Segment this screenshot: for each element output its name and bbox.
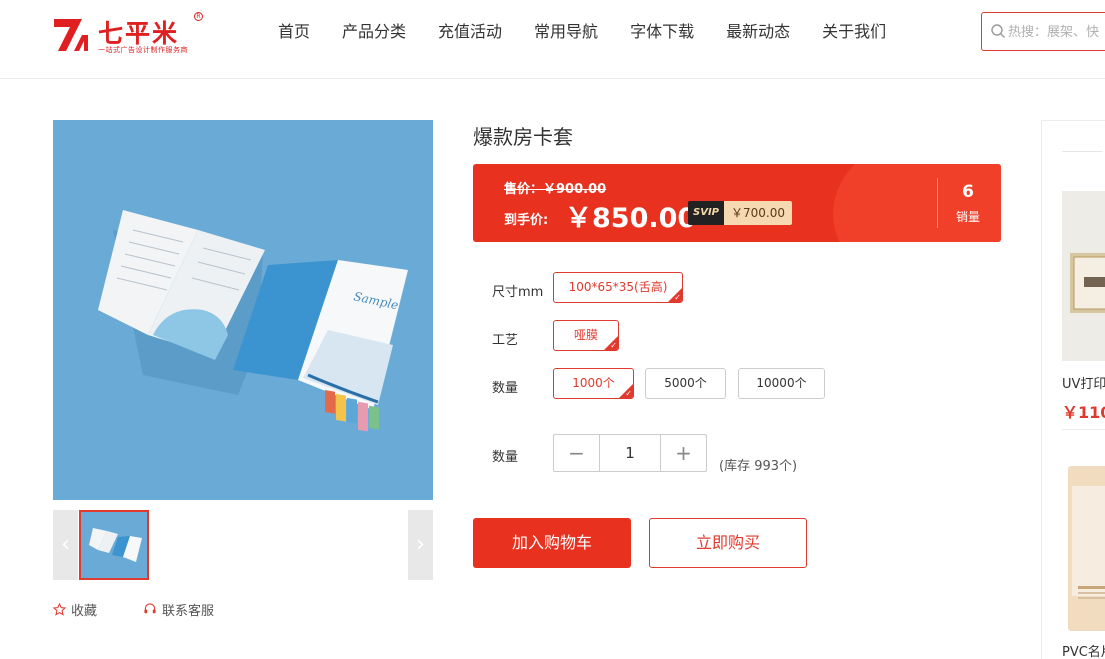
favorite-label: 收藏	[71, 604, 98, 619]
search-icon[interactable]	[990, 23, 1006, 39]
quantity-stepper: − 1 +	[553, 434, 707, 472]
qty-option-label: 10000个	[756, 376, 807, 390]
recommendation-panel: UV打印 ￥110 PVC名片	[1041, 120, 1105, 659]
check-icon: ✓	[674, 293, 681, 302]
final-price: ￥850.00	[565, 203, 697, 234]
quantity-label: 数量	[492, 450, 519, 465]
recommend-item-1-name[interactable]: UV打印	[1062, 373, 1105, 392]
buy-now-button[interactable]: 立即购买	[649, 518, 807, 568]
craft-label: 工艺	[492, 333, 519, 348]
svip-tag: SVIP	[688, 201, 724, 225]
final-price-label: 到手价:	[504, 213, 549, 228]
thumbnail-1[interactable]	[79, 510, 149, 580]
site-header: 七平米 R 一站式广告设计制作服务商 首页 产品分类 充值活动 常用导航 字体下…	[0, 0, 1105, 79]
sales-label: 销量	[955, 210, 980, 224]
search-input[interactable]	[1008, 22, 1105, 42]
logo-slogan: 一站式广告设计制作服务商	[98, 46, 188, 54]
registered-mark: R	[194, 12, 203, 21]
svip-price: ￥700.00	[724, 201, 792, 225]
quantity-plus-button[interactable]: +	[661, 435, 706, 471]
nav-categories[interactable]: 产品分类	[326, 20, 422, 44]
qty-spec-label: 数量	[492, 381, 519, 396]
quantity-minus-button[interactable]: −	[554, 435, 599, 471]
logo[interactable]: 七平米 R 一站式广告设计制作服务商	[52, 12, 222, 58]
price-panel-decoration	[833, 164, 1001, 242]
recommend-item-1-price: ￥110	[1062, 403, 1105, 422]
contact-service-action[interactable]: 联系客服	[143, 600, 214, 619]
nav-news[interactable]: 最新动态	[710, 20, 806, 44]
size-label: 尺寸mm	[492, 285, 544, 300]
recommend-item-2-image[interactable]	[1068, 466, 1105, 631]
qty-option-label: 5000个	[664, 376, 707, 390]
product-title: 爆款房卡套	[473, 125, 573, 149]
recommend-item-2-name[interactable]: PVC名片	[1062, 641, 1105, 659]
qty-option-1000[interactable]: 1000个 ✓	[553, 368, 634, 399]
check-icon: ✓	[610, 341, 617, 350]
stock-info: (库存 993个)	[719, 459, 798, 474]
headset-icon	[144, 603, 156, 614]
nav-about[interactable]: 关于我们	[806, 20, 902, 44]
price-panel: 售价：￥900.00 到手价: ￥850.00 SVIP ￥700.00 6 销…	[473, 164, 1001, 242]
recommend-item-1-image[interactable]	[1062, 191, 1105, 361]
search-box[interactable]	[981, 12, 1105, 51]
qty-option-10000[interactable]: 10000个	[738, 368, 825, 399]
pvc-card-photo	[1068, 466, 1105, 631]
add-to-cart-button[interactable]: 加入购物车	[473, 518, 631, 568]
main-nav: 首页 产品分类 充值活动 常用导航 字体下载 最新动态 关于我们	[262, 20, 902, 44]
check-icon: ✓	[625, 389, 632, 398]
craft-option-1[interactable]: 哑膜 ✓	[553, 320, 619, 351]
thumbnail-photo	[81, 512, 147, 578]
logo-mark-icon	[54, 19, 88, 51]
original-price: 售价：￥900.00	[504, 182, 607, 197]
nav-home[interactable]: 首页	[262, 20, 326, 44]
craft-option-label: 哑膜	[573, 328, 598, 342]
side-separator	[1062, 429, 1105, 430]
contact-label: 联系客服	[162, 604, 215, 619]
thumb-next-button[interactable]: ›	[408, 510, 433, 580]
product-photo: Sample	[53, 120, 433, 500]
sales-count: 6	[962, 182, 974, 202]
nav-recharge[interactable]: 充值活动	[422, 20, 518, 44]
favorite-action[interactable]: 收藏	[53, 600, 97, 619]
quantity-input[interactable]: 1	[599, 435, 661, 471]
thumb-prev-button[interactable]: ‹	[53, 510, 78, 580]
product-main-image: Sample	[53, 120, 433, 500]
thumbnail-strip: ‹ ›	[53, 510, 433, 580]
certificate-photo	[1062, 191, 1105, 361]
side-divider	[1062, 151, 1102, 152]
size-option-1[interactable]: 100*65*35(舌高) ✓	[553, 272, 683, 303]
nav-common-links[interactable]: 常用导航	[518, 20, 614, 44]
svip-price-badge: SVIP ￥700.00	[688, 201, 792, 225]
star-icon	[53, 603, 66, 616]
qty-option-5000[interactable]: 5000个	[645, 368, 726, 399]
nav-fonts[interactable]: 字体下载	[614, 20, 710, 44]
size-option-label: 100*65*35(舌高)	[568, 280, 668, 294]
qty-option-label: 1000个	[572, 376, 615, 390]
sales-divider	[937, 178, 938, 228]
